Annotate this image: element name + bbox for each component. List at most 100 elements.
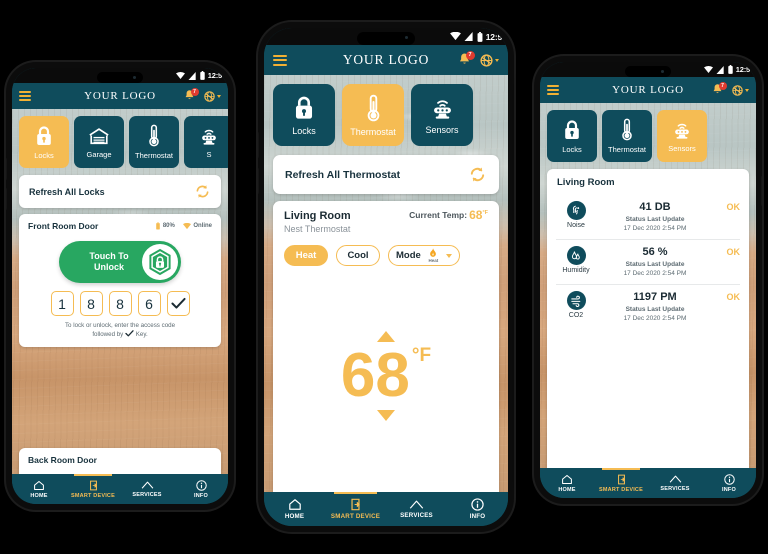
padlock-icon bbox=[37, 125, 51, 145]
sensor-status: OK bbox=[726, 292, 741, 302]
hamburger-menu-icon[interactable] bbox=[19, 90, 31, 102]
target-temperature: 68 °F bbox=[340, 341, 431, 410]
status-time: 12:5 bbox=[735, 65, 750, 74]
keypad-digit[interactable]: 8 bbox=[108, 291, 132, 316]
status-bar: 12:5 bbox=[12, 68, 228, 83]
nav-home[interactable]: HOME bbox=[540, 468, 594, 498]
refresh-label: Refresh All Thermostat bbox=[285, 168, 401, 181]
nav-label: INFO bbox=[194, 492, 208, 499]
refresh-icon[interactable] bbox=[468, 165, 487, 184]
refresh-icon[interactable] bbox=[194, 183, 211, 200]
sensor-row-humidity[interactable]: Humidity 56 % Status Last Update 17 Dec … bbox=[547, 239, 749, 284]
home-icon bbox=[34, 480, 44, 490]
nav-services[interactable]: SERVICES bbox=[386, 492, 447, 526]
touch-to-unlock-button[interactable]: Touch To Unlock bbox=[59, 241, 181, 283]
battery-icon bbox=[477, 31, 483, 42]
language-selector[interactable] bbox=[731, 84, 749, 97]
app-body: Locks Thermostat Sensors Refresh All The… bbox=[264, 75, 508, 492]
tab-locks[interactable]: Locks bbox=[547, 110, 597, 162]
status-bar: 12:5 bbox=[264, 28, 508, 45]
nav-info[interactable]: INFO bbox=[174, 474, 228, 504]
nav-services[interactable]: SERVICES bbox=[648, 468, 702, 498]
sensor-icon bbox=[202, 129, 216, 145]
tab-label: Garage bbox=[86, 149, 112, 159]
sensor-status: OK bbox=[726, 202, 741, 212]
bell-icon[interactable]: 7 bbox=[711, 82, 727, 97]
hamburger-menu-icon[interactable] bbox=[273, 54, 287, 66]
phone-sensors: 12:5 YOUR LOGO 7 Locks Thermostat Sensor… bbox=[534, 56, 762, 504]
battery-icon bbox=[156, 222, 161, 230]
garage-door-icon bbox=[89, 127, 109, 144]
nav-smart-device[interactable]: SMART DEVICE bbox=[325, 492, 386, 526]
language-selector[interactable] bbox=[479, 53, 499, 68]
unlock-label-line2: Unlock bbox=[93, 262, 124, 272]
tab-sensors[interactable]: S bbox=[184, 116, 228, 168]
tab-sensors[interactable]: Sensors bbox=[411, 84, 473, 146]
thermostat-card: Living Room Nest Thermostat Current Temp… bbox=[273, 201, 499, 492]
padlock-icon bbox=[565, 119, 579, 139]
thermometer-icon bbox=[149, 124, 159, 147]
app-bar: YOUR LOGO 7 bbox=[264, 45, 508, 75]
tab-thermostat[interactable]: Thermostat bbox=[129, 116, 179, 168]
phone-volume-button bbox=[6, 188, 7, 210]
current-temp-unit: °F bbox=[482, 210, 488, 216]
nav-info[interactable]: INFO bbox=[447, 492, 508, 526]
hamburger-menu-icon[interactable] bbox=[547, 84, 559, 96]
cool-button[interactable]: Cool bbox=[336, 245, 380, 266]
keypad-digit[interactable]: 8 bbox=[79, 291, 103, 316]
sensors-room-title: Living Room bbox=[557, 177, 615, 188]
nav-home[interactable]: HOME bbox=[264, 492, 325, 526]
sensor-row-co2[interactable]: CO2 1197 PM Status Last Update 17 Dec 20… bbox=[547, 284, 749, 329]
checkmark-icon[interactable] bbox=[166, 291, 190, 316]
checkmark-icon bbox=[125, 330, 134, 337]
current-temp-value: 68 bbox=[469, 208, 483, 222]
phone-screen-sensors: 12:5 YOUR LOGO 7 Locks Thermostat Sensor… bbox=[540, 62, 756, 498]
current-temp-label: Current Temp: bbox=[409, 210, 468, 220]
nav-label: HOME bbox=[284, 513, 305, 520]
signal-icon bbox=[188, 71, 196, 80]
bell-icon[interactable]: 7 bbox=[457, 51, 475, 68]
humidity-icon bbox=[566, 246, 586, 265]
tab-garage[interactable]: Garage bbox=[74, 116, 124, 168]
sensor-row-noise[interactable]: Noise 41 DB Status Last Update 17 Dec 20… bbox=[547, 194, 749, 239]
nav-info[interactable]: INFO bbox=[702, 468, 756, 498]
back-room-door-card[interactable]: Back Room Door bbox=[19, 448, 221, 474]
nav-services[interactable]: SERVICES bbox=[120, 474, 174, 504]
nav-label: HOME bbox=[30, 492, 48, 499]
tab-thermostat[interactable]: Thermostat bbox=[602, 110, 652, 162]
tab-label: Sensors bbox=[668, 143, 696, 153]
phone-locks: 12:5 YOUR LOGO 7 Locks Garage Thermostat… bbox=[6, 62, 234, 510]
tab-sensors[interactable]: Sensors bbox=[657, 110, 707, 162]
chevron-down-icon bbox=[745, 88, 749, 92]
thermometer-icon bbox=[367, 94, 379, 121]
home-icon bbox=[562, 474, 572, 484]
nav-home[interactable]: HOME bbox=[12, 474, 66, 504]
notification-badge: 7 bbox=[190, 88, 199, 96]
status-time: 12:5 bbox=[207, 71, 222, 80]
mode-dropdown[interactable]: Mode Heat bbox=[388, 245, 460, 266]
category-tabs: Locks Garage Thermostat S bbox=[12, 109, 228, 175]
language-selector[interactable] bbox=[203, 90, 221, 103]
nav-label: INFO bbox=[722, 486, 736, 493]
camera-notch bbox=[625, 66, 671, 77]
tab-locks[interactable]: Locks bbox=[273, 84, 335, 146]
heat-button[interactable]: Heat bbox=[284, 245, 328, 266]
bell-icon[interactable]: 7 bbox=[183, 88, 199, 103]
sensor-timestamp: 17 Dec 2020 2:54 PM bbox=[623, 315, 687, 322]
sensor-update-label: Status Last Update bbox=[625, 216, 685, 223]
nav-smart-device[interactable]: SMART DEVICE bbox=[66, 474, 120, 504]
info-icon bbox=[195, 479, 207, 491]
refresh-all-thermostat-card[interactable]: Refresh All Thermostat bbox=[273, 155, 499, 194]
refresh-all-locks-card[interactable]: Refresh All Locks bbox=[19, 175, 221, 208]
keypad-hint: To lock or unlock, enter the access code… bbox=[19, 319, 221, 347]
refresh-label: Refresh All Locks bbox=[29, 186, 105, 197]
tab-thermostat[interactable]: Thermostat bbox=[342, 84, 404, 146]
nav-smart-device[interactable]: SMART DEVICE bbox=[594, 468, 648, 498]
tab-locks[interactable]: Locks bbox=[19, 116, 69, 168]
target-temp-value: 68 bbox=[340, 341, 410, 410]
triangle-down-icon[interactable] bbox=[377, 410, 395, 421]
keypad-digit[interactable]: 1 bbox=[50, 291, 74, 316]
shield-lock-icon bbox=[142, 244, 178, 280]
category-tabs: Locks Thermostat Sensors bbox=[540, 103, 756, 169]
keypad-digit[interactable]: 6 bbox=[137, 291, 161, 316]
